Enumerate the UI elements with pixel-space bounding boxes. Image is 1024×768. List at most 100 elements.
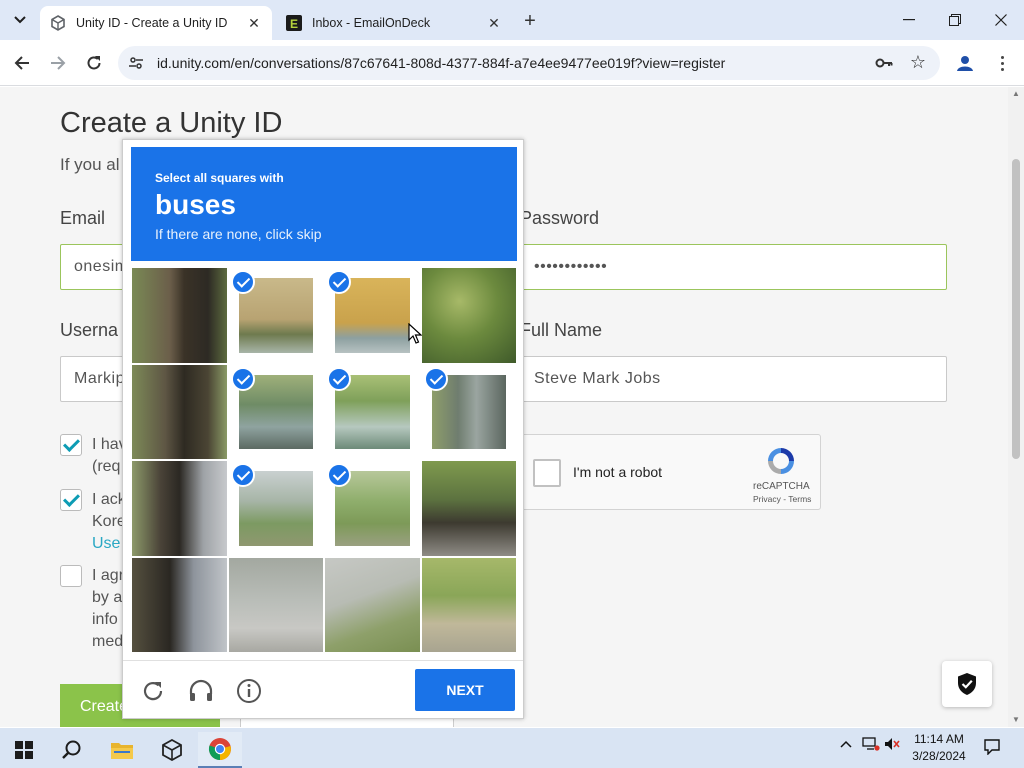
scroll-thumb[interactable] [1012,159,1020,459]
challenge-tile[interactable] [227,460,324,557]
info-icon[interactable] [235,677,263,705]
marketing-text: I agr by a info med [92,567,125,650]
challenge-tile[interactable] [227,363,324,460]
scroll-down-icon[interactable]: ▼ [1012,715,1020,724]
tab-emailondeck[interactable]: E Inbox - EmailOnDeck ✕ [276,6,512,40]
selected-check-icon [230,366,255,391]
recaptcha-label: I'm not a robot [573,464,663,480]
challenge-tile[interactable] [420,267,517,364]
challenge-tile[interactable] [131,363,228,460]
terms-checkbox[interactable] [60,434,82,456]
reload-icon[interactable] [80,49,108,77]
browser-menu-icon[interactable] [992,50,1012,76]
emailondeck-favicon-icon: E [286,15,302,31]
close-tab-icon[interactable]: ✕ [244,13,264,33]
challenge-tile[interactable] [324,556,421,653]
recaptcha-challenge-dialog: Select all squares with buses If there a… [122,139,524,719]
unity-favicon-icon [50,15,66,31]
selected-check-icon [230,463,255,487]
challenge-target: buses [155,189,236,220]
recaptcha-badge[interactable] [942,661,992,707]
acknowledge-text: I ack Kore Use [92,489,126,555]
selected-check-icon [230,270,255,294]
challenge-tile[interactable] [131,460,228,557]
challenge-hint: If there are none, click skip [155,226,322,242]
address-bar[interactable]: id.unity.com/en/conversations/87c67641-8… [118,46,940,80]
terms-link[interactable]: Terms [788,494,811,504]
email-label: Email [60,208,106,228]
shield-check-icon [958,673,976,695]
search-icon[interactable] [50,732,94,768]
privacy-link[interactable]: Privacy [753,494,781,504]
recaptcha-links: Privacy - Terms [753,494,812,504]
new-tab-icon[interactable]: + [518,9,542,33]
close-tab-icon[interactable]: ✕ [484,13,504,33]
chevron-down-icon [14,16,26,24]
challenge-tile[interactable] [420,460,517,557]
minimize-icon[interactable] [886,0,932,40]
password-key-icon[interactable] [874,53,894,73]
next-button[interactable]: NEXT [415,669,515,711]
challenge-image-grid [131,267,517,653]
username-label: Userna [60,320,119,340]
password-field[interactable]: •••••••••••• [520,244,947,290]
notifications-icon[interactable] [984,739,1000,758]
svg-text:E: E [290,17,298,31]
windows-start-icon[interactable] [2,732,46,768]
reload-challenge-icon[interactable] [139,677,167,705]
tab-search-button[interactable] [8,8,32,32]
audio-challenge-icon[interactable] [187,677,215,705]
network-icon[interactable] [862,737,880,754]
page-title: Create a Unity ID [60,107,283,139]
clock-date: 3/28/2024 [912,749,966,763]
volume-muted-icon[interactable] [884,737,900,754]
file-explorer-icon[interactable] [100,732,144,768]
mouse-cursor-icon [408,322,423,350]
selected-check-icon [327,366,351,391]
tab-title: Inbox - EmailOnDeck [312,16,431,30]
fullname-field[interactable]: Steve Mark Jobs [520,356,947,402]
recaptcha-brand: reCAPTCHA [753,481,810,492]
site-settings-icon[interactable] [126,53,146,73]
system-clock[interactable]: 11:14 AM 3/28/2024 [900,731,978,765]
marketing-checkbox[interactable] [60,565,82,587]
challenge-tile[interactable] [324,363,421,460]
challenge-tile[interactable] [227,556,324,653]
acknowledge-checkbox[interactable] [60,489,82,511]
profile-avatar-icon[interactable] [952,50,978,76]
challenge-tile[interactable] [324,460,421,557]
fullname-label: Full Name [520,320,603,340]
tab-unity-id[interactable]: Unity ID - Create a Unity ID ✕ [40,6,272,40]
challenge-tile[interactable] [420,556,517,653]
challenge-tile[interactable] [324,267,421,364]
back-icon[interactable] [8,49,36,77]
page-subtitle: If you al [60,155,120,174]
browser-tab-bar: Unity ID - Create a Unity ID ✕ E Inbox -… [0,0,1024,40]
challenge-tile[interactable] [420,363,517,460]
forward-icon[interactable] [44,49,72,77]
user-policy-link[interactable]: Use [92,533,126,555]
page-scrollbar[interactable]: ▲ ▼ [1008,87,1024,727]
recaptcha-checkbox[interactable] [533,459,561,487]
selected-check-icon [327,270,351,294]
scroll-up-icon[interactable]: ▲ [1012,89,1020,98]
unity-hub-icon[interactable] [150,732,194,768]
chrome-icon[interactable] [198,732,242,768]
selected-check-icon [327,463,351,487]
challenge-instruction: Select all squares with [155,171,284,185]
challenge-footer: NEXT [123,660,523,718]
challenge-tile[interactable] [131,556,228,653]
recaptcha-logo-icon [765,445,797,482]
url-text: id.unity.com/en/conversations/87c67641-8… [157,55,726,71]
challenge-tile[interactable] [227,267,324,364]
recaptcha-widget: I'm not a robot reCAPTCHA Privacy - Term… [520,434,821,510]
challenge-header: Select all squares with buses If there a… [131,147,517,261]
selected-check-icon [423,366,448,391]
restore-icon[interactable] [932,0,978,40]
close-window-icon[interactable] [978,0,1024,40]
clock-time: 11:14 AM [914,732,964,746]
tray-overflow-icon[interactable] [840,737,852,751]
browser-toolbar: id.unity.com/en/conversations/87c67641-8… [0,40,1024,86]
bookmark-star-icon[interactable]: ☆ [910,52,926,73]
challenge-tile[interactable] [131,267,228,364]
